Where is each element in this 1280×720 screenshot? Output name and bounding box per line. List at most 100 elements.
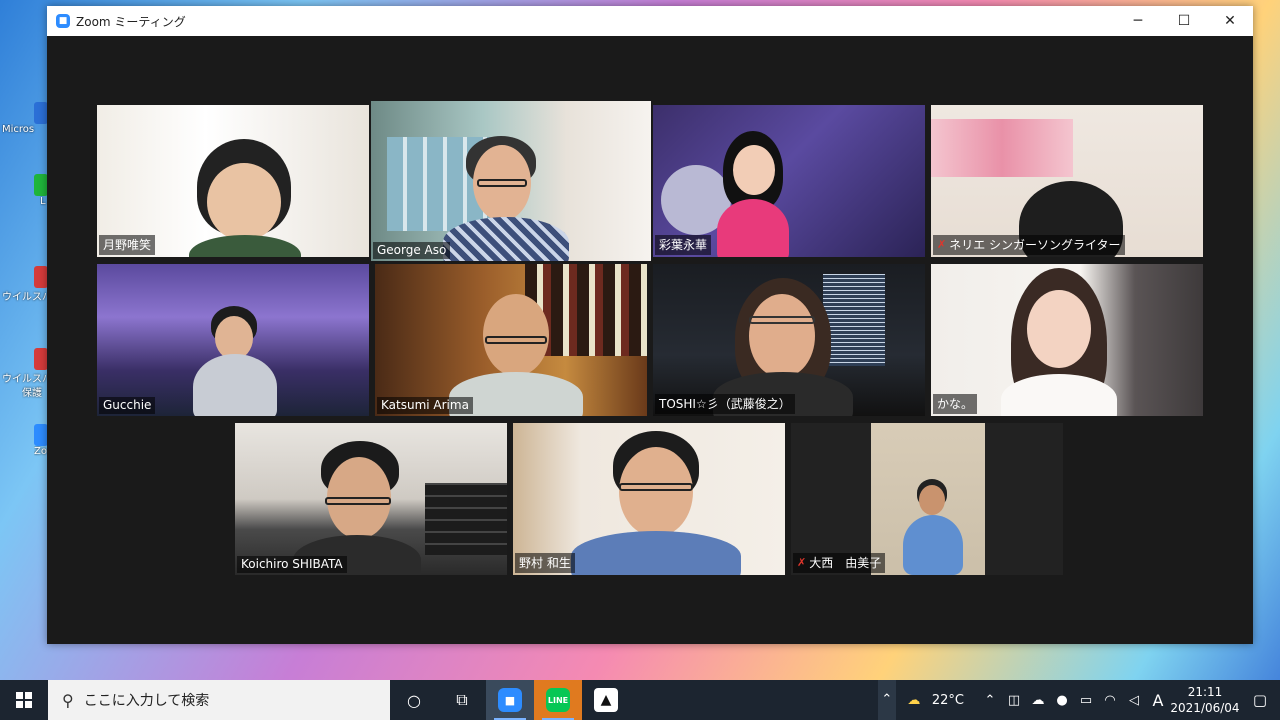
taskbar-line-app[interactable]: LINE — [534, 680, 582, 720]
video-tile[interactable]: 彩葉永華 — [653, 105, 925, 257]
taskbar: ⚲ ここに入力して検索 ○ ⧉ ■ LINE ▲ ⌃ ☁ 22°C ⌃ ◫ ☁ … — [0, 680, 1280, 720]
video-tile[interactable]: かな。 — [931, 264, 1203, 416]
participant-face — [619, 447, 693, 537]
fluffy-mascot — [193, 354, 277, 416]
taskbar-pinned-app[interactable]: ▲ — [582, 680, 630, 720]
participant-body — [717, 199, 789, 257]
participant-name: Gucchie — [103, 398, 152, 412]
participant-name: ネリエ シンガーソングライター — [949, 238, 1121, 252]
mic-muted-icon: ✗ — [797, 556, 807, 569]
onedrive-cloud-icon[interactable]: ☁ — [1026, 693, 1050, 708]
participant-name: かな。 — [937, 397, 974, 411]
start-button[interactable] — [0, 680, 48, 720]
video-tile[interactable]: ✗ ネリエ シンガーソングライター — [931, 105, 1203, 257]
search-placeholder: ここに入力して検索 — [83, 693, 210, 709]
speaker-volume-icon[interactable]: ◁ — [1122, 693, 1146, 708]
circle-icon: ○ — [407, 690, 421, 710]
glasses — [477, 179, 527, 187]
participant-name-tag: Gucchie — [99, 397, 156, 414]
show-hidden-icons-chevron-icon[interactable]: ⌃ — [978, 693, 1002, 708]
microphone-icon[interactable]: ● — [1050, 693, 1074, 708]
desktop-icon-label: ウイルスバ — [2, 374, 48, 385]
participant-body — [903, 515, 963, 575]
video-tile-active-speaker[interactable]: George Aso — [371, 101, 651, 261]
desktop-icon[interactable]: ウイルスバ 保護 — [0, 344, 48, 399]
participant-face — [919, 485, 945, 515]
desktop-icon-label: ウイルスバ — [2, 292, 48, 303]
participant-name-tag: 彩葉永華 — [655, 235, 712, 255]
video-tile[interactable]: ✗ 大西 由美子 — [791, 423, 1063, 575]
video-tile[interactable]: 月野唯笑 — [97, 105, 369, 257]
task-view-button[interactable]: ⧉ — [438, 680, 486, 720]
clock-time: 21:11 — [1187, 685, 1223, 699]
notification-center-icon[interactable]: ▢ — [1240, 691, 1280, 709]
video-tile[interactable]: TOSHI☆彡（武藤俊之） — [653, 264, 925, 416]
participant-name-tag: ✗ 大西 由美子 — [793, 553, 886, 573]
participant-name-tag: ✗ ネリエ シンガーソングライター — [933, 235, 1125, 255]
participant-name-tag: Katsumi Arima — [377, 397, 473, 414]
close-button[interactable]: ✕ — [1207, 6, 1253, 36]
taskbar-clock[interactable]: 21:11 2021/06/04 — [1170, 684, 1240, 716]
triangle-app-icon: ▲ — [594, 688, 618, 712]
participant-name: George Aso — [377, 243, 447, 257]
tray-overflow-chevron-icon[interactable]: ⌃ — [877, 680, 896, 720]
participant-name: 大西 由美子 — [809, 556, 882, 570]
battery-icon[interactable]: ▭ — [1074, 693, 1098, 708]
audio-equipment — [425, 483, 507, 555]
video-tile[interactable]: Gucchie — [97, 264, 369, 416]
wifi-icon[interactable]: ◠ — [1098, 693, 1122, 708]
weather-temperature[interactable]: 22°C — [932, 693, 964, 708]
cortana-button[interactable]: ○ — [390, 680, 438, 720]
video-tile[interactable]: Katsumi Arima — [375, 264, 647, 416]
zoom-app-icon — [34, 424, 48, 446]
minimize-button[interactable]: ─ — [1115, 6, 1161, 36]
zoom-app-icon: ■ — [498, 688, 522, 712]
taskbar-search-box[interactable]: ⚲ ここに入力して検索 — [48, 680, 390, 720]
participant-face — [207, 163, 281, 241]
participant-face — [749, 294, 815, 378]
edge-app-icon — [34, 102, 48, 124]
line-app-icon: LINE — [546, 688, 570, 712]
participant-name-tag: 野村 和生 — [515, 553, 575, 573]
participant-name-tag: 月野唯笑 — [99, 235, 156, 255]
participant-name-tag: かな。 — [933, 394, 978, 414]
video-tile[interactable]: 野村 和生 — [513, 423, 785, 575]
participant-face — [1027, 290, 1091, 368]
title-bar[interactable]: ■ Zoom ミーティング ─ ☐ ✕ — [47, 6, 1253, 36]
zoom-meeting-window: ■ Zoom ミーティング ─ ☐ ✕ 月野唯笑 George Aso 彩葉永華 — [47, 6, 1253, 644]
window-controls: ─ ☐ ✕ — [1115, 6, 1253, 36]
clock-date: 2021/06/04 — [1170, 701, 1240, 715]
antivirus-app-icon — [34, 348, 48, 370]
participant-name: 月野唯笑 — [103, 238, 152, 252]
participant-body — [1001, 374, 1117, 416]
desktop-icon[interactable]: ウイルスバ — [0, 262, 48, 312]
city-lights — [823, 274, 885, 366]
desktop-icon[interactable]: Zo — [0, 420, 48, 470]
participant-name-tag: George Aso — [373, 242, 451, 259]
windows-logo-icon — [16, 692, 32, 708]
participant-face — [483, 294, 549, 376]
weather-cloud-sun-icon[interactable]: ☁ — [896, 693, 932, 708]
participant-face — [733, 145, 775, 195]
desktop-icon[interactable]: L — [0, 170, 48, 220]
desktop-icon[interactable]: Micros — [0, 98, 48, 148]
line-app-icon — [34, 174, 48, 196]
wall-painting — [931, 119, 1073, 177]
window-title: Zoom ミーティング — [76, 14, 186, 29]
participant-name-tag: TOSHI☆彡（武藤俊之） — [655, 394, 795, 414]
desktop-icon-label: Micros — [2, 124, 35, 135]
search-icon: ⚲ — [62, 690, 74, 710]
system-tray: ⌃ ☁ 22°C ⌃ ◫ ☁ ● ▭ ◠ ◁ A 21:11 2021/06/0… — [877, 680, 1280, 720]
participant-name-tag: Koichiro SHIBATA — [237, 556, 347, 573]
antivirus-app-icon — [34, 266, 48, 288]
participant-name: Koichiro SHIBATA — [241, 557, 343, 571]
task-view-icon: ⧉ — [456, 690, 468, 709]
meet-now-icon[interactable]: ◫ — [1002, 693, 1026, 708]
ime-mode-indicator[interactable]: A — [1146, 691, 1170, 710]
participant-body — [443, 217, 569, 261]
glasses — [749, 316, 815, 324]
taskbar-zoom-app[interactable]: ■ — [486, 680, 534, 720]
video-tile[interactable]: Koichiro SHIBATA — [235, 423, 507, 575]
participant-name: TOSHI☆彡（武藤俊之） — [659, 397, 791, 411]
maximize-button[interactable]: ☐ — [1161, 6, 1207, 36]
